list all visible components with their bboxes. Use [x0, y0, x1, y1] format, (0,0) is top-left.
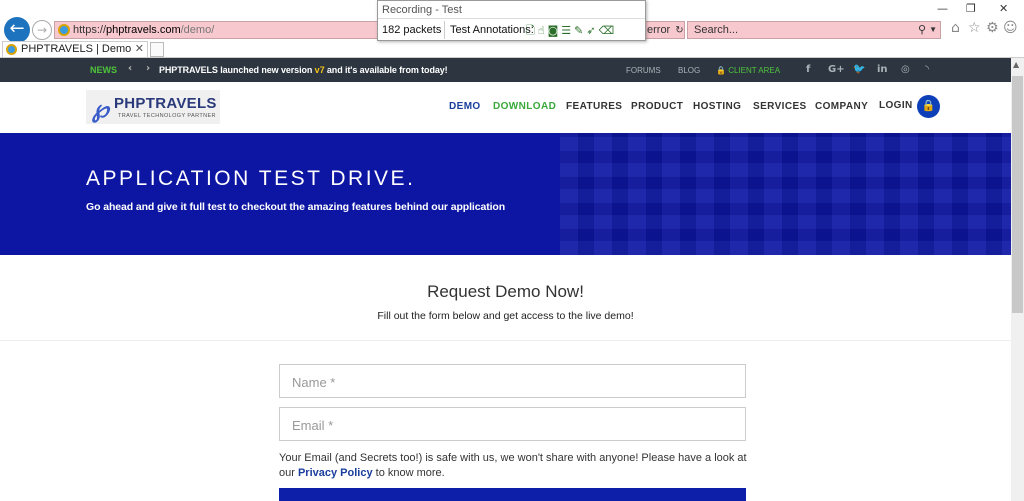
- privacy-end: to know more.: [372, 467, 445, 479]
- search-placeholder: Search...: [694, 24, 739, 36]
- logo[interactable]: ℘ PHPTRAVELS TRAVEL TECHNOLOGY PARTNER: [86, 90, 220, 124]
- login-lock-button[interactable]: 🔒: [917, 95, 940, 118]
- news-message-version: v7: [314, 65, 325, 75]
- news-label: NEWS: [90, 65, 117, 75]
- close-icon[interactable]: ✕: [999, 2, 1008, 15]
- privacy-note: Your Email (and Secrets too!) is safe wi…: [279, 451, 749, 481]
- chevron-down-icon[interactable]: ▼: [929, 22, 937, 38]
- menu-login[interactable]: LOGIN: [879, 100, 913, 111]
- instagram-icon[interactable]: ◎: [901, 64, 910, 75]
- menu-download[interactable]: DOWNLOAD: [493, 101, 556, 112]
- restore-icon[interactable]: ❐: [966, 2, 976, 15]
- logo-mark-icon: ℘: [92, 94, 109, 123]
- annotation-edit-icon[interactable]: ✎: [574, 24, 586, 37]
- annotation-list-icon[interactable]: ☰: [561, 24, 574, 37]
- email-placeholder: Email *: [292, 418, 334, 433]
- hero-background: [560, 133, 1011, 255]
- annotation-tools[interactable]: 🗋☝◙☰✎➶⌫: [526, 22, 617, 41]
- menu-hosting[interactable]: HOSTING: [693, 101, 741, 112]
- submit-button[interactable]: [279, 488, 746, 501]
- annotation-note-icon[interactable]: 🗋: [526, 24, 538, 37]
- favorites-star-icon[interactable]: ☆: [968, 20, 981, 36]
- client-area-label: CLIENT AREA: [728, 66, 781, 75]
- recording-divider: [378, 18, 645, 19]
- news-message[interactable]: PHPTRAVELS launched new version v7 and i…: [159, 65, 448, 75]
- ie-icon: [6, 44, 17, 55]
- lock-icon: 🔒: [716, 66, 726, 75]
- page-scrollbar[interactable]: ▲: [1011, 58, 1024, 501]
- twitter-icon[interactable]: 🐦: [853, 64, 865, 75]
- blog-link[interactable]: BLOG: [678, 66, 700, 75]
- url-prefix: https://: [73, 24, 107, 36]
- url-domain: phptravels.com: [106, 24, 181, 36]
- scroll-up-icon[interactable]: ▲: [1013, 60, 1019, 69]
- browser-tab[interactable]: PHPTRAVELS | Demo ✕: [2, 41, 148, 58]
- minimize-icon[interactable]: —: [937, 2, 948, 15]
- hero-subtitle: Go ahead and give it full test to checko…: [86, 201, 506, 213]
- menu-product[interactable]: PRODUCT: [631, 101, 683, 112]
- rss-icon[interactable]: ◝: [925, 64, 929, 75]
- annotation-camera-icon[interactable]: ◙: [548, 24, 562, 37]
- news-message-start: PHPTRAVELS launched new version: [159, 65, 315, 75]
- certificate-error-text: error: [647, 24, 671, 36]
- news-prev-icon[interactable]: ‹: [128, 63, 132, 74]
- recording-vertical-divider: [444, 21, 445, 39]
- linkedin-icon[interactable]: in: [877, 64, 888, 75]
- address-bar[interactable]: https://phptravels.com/demo/: [54, 21, 380, 39]
- privacy-policy-link[interactable]: Privacy Policy: [298, 467, 373, 479]
- annotations-label: Test Annotations:: [450, 24, 534, 36]
- client-area-link[interactable]: 🔒 CLIENT AREA: [716, 66, 780, 75]
- tab-title: PHPTRAVELS | Demo: [21, 43, 132, 55]
- recording-panel: Recording - Test 182 packets Test Annota…: [377, 0, 646, 41]
- name-placeholder: Name *: [292, 375, 336, 390]
- news-message-end: and it's available from today!: [324, 65, 448, 75]
- annotation-clear-icon[interactable]: ⌫: [599, 24, 618, 37]
- ie-icon: [58, 24, 70, 36]
- packet-count: 182 packets: [382, 24, 442, 36]
- forums-link[interactable]: FORUMS: [626, 66, 661, 75]
- hero-title: APPLICATION TEST DRIVE.: [86, 167, 416, 190]
- menu-demo[interactable]: DEMO: [449, 101, 481, 112]
- scroll-thumb[interactable]: [1012, 76, 1023, 313]
- refresh-icon[interactable]: ↻: [675, 25, 683, 36]
- hero-banner: APPLICATION TEST DRIVE. Go ahead and giv…: [0, 133, 1011, 255]
- gear-icon[interactable]: ⚙: [986, 20, 999, 36]
- section-divider: [0, 340, 1011, 341]
- annotation-hand-icon[interactable]: ☝: [538, 24, 548, 37]
- news-next-icon[interactable]: ›: [146, 63, 150, 74]
- new-tab-button[interactable]: [150, 42, 164, 57]
- site-topbar: NEWS ‹ › PHPTRAVELS launched new version…: [0, 58, 1011, 82]
- menu-services[interactable]: SERVICES: [753, 101, 807, 112]
- email-input[interactable]: Email *: [279, 407, 746, 441]
- lock-icon: 🔒: [921, 99, 936, 112]
- name-input[interactable]: Name *: [279, 364, 746, 398]
- site-header: ℘ PHPTRAVELS TRAVEL TECHNOLOGY PARTNER D…: [0, 82, 1011, 133]
- search-icon[interactable]: ⚲: [918, 22, 926, 38]
- url-path: /demo/: [180, 24, 215, 36]
- recording-title: Recording - Test: [382, 4, 462, 16]
- form-title: Request Demo Now!: [427, 282, 584, 301]
- logo-tagline: TRAVEL TECHNOLOGY PARTNER: [118, 113, 216, 119]
- logo-name: PHPTRAVELS: [114, 95, 217, 112]
- menu-company[interactable]: COMPANY: [815, 101, 868, 112]
- form-subtitle: Fill out the form below and get access t…: [377, 310, 634, 322]
- forward-button[interactable]: →: [32, 20, 52, 40]
- tab-close-icon[interactable]: ✕: [135, 42, 144, 57]
- back-button[interactable]: ←: [4, 17, 30, 43]
- menu-features[interactable]: FEATURES: [566, 101, 622, 112]
- address-bar-end[interactable]: error ↻: [645, 21, 685, 39]
- smiley-icon[interactable]: ☺: [1003, 20, 1018, 36]
- google-plus-icon[interactable]: G+: [828, 64, 845, 75]
- browser-search-input[interactable]: Search... ⚲ ▼: [687, 21, 941, 39]
- home-icon[interactable]: ⌂: [951, 20, 960, 36]
- annotation-pointer-icon[interactable]: ➶: [586, 24, 598, 37]
- facebook-icon[interactable]: f: [806, 64, 810, 75]
